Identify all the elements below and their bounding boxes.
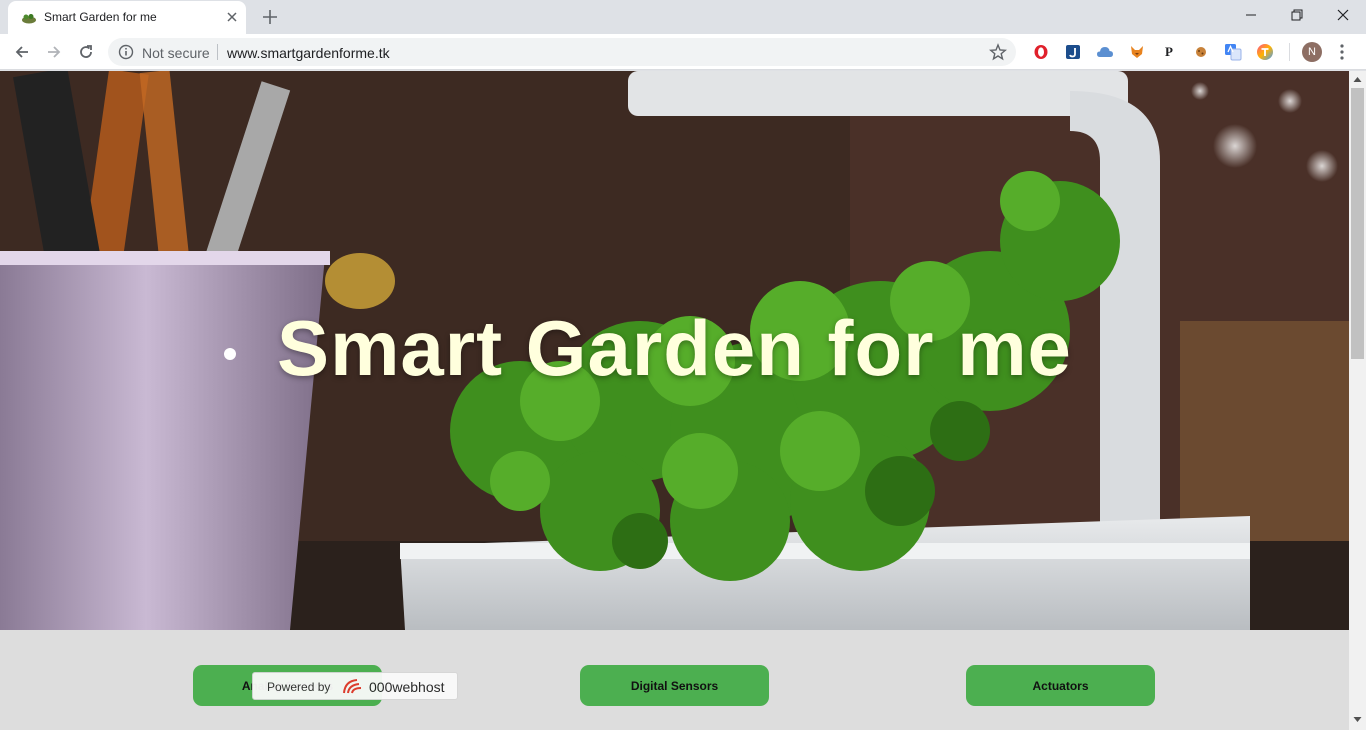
fox-icon[interactable]	[1128, 43, 1146, 61]
minimize-icon	[1246, 14, 1256, 16]
forward-button[interactable]	[43, 41, 65, 63]
tab-strip: Smart Garden for me	[0, 0, 1366, 34]
scroll-down-icon[interactable]	[1353, 715, 1362, 724]
google-translate-icon[interactable]	[1224, 43, 1242, 61]
hosting-badge[interactable]: Powered by 000webhost	[252, 672, 458, 700]
browser-tab[interactable]: Smart Garden for me	[8, 1, 246, 34]
arrow-right-icon	[48, 46, 61, 58]
profile-avatar[interactable]: N	[1302, 42, 1322, 62]
cookie-icon[interactable]	[1192, 43, 1210, 61]
tab-title: Smart Garden for me	[44, 10, 157, 24]
restore-button[interactable]	[1274, 0, 1320, 30]
close-window-button[interactable]	[1320, 0, 1366, 30]
reload-icon	[80, 45, 92, 58]
scrollbar-thumb[interactable]	[1351, 88, 1364, 359]
cloud-icon[interactable]	[1096, 43, 1114, 61]
arrow-left-icon	[15, 46, 28, 58]
scroll-up-icon[interactable]	[1353, 75, 1362, 84]
close-tab-icon[interactable]	[224, 9, 240, 25]
digital-sensors-button[interactable]: Digital Sensors	[580, 665, 769, 706]
url-text[interactable]: www.smartgardenforme.tk	[227, 45, 390, 61]
tinted-t-icon[interactable]	[1256, 43, 1274, 61]
j-extension-icon[interactable]	[1064, 43, 1082, 61]
hero-title: Smart Garden for me	[277, 304, 1072, 392]
garden-favicon-icon	[22, 14, 36, 24]
bookmark-star-icon[interactable]	[989, 43, 1007, 61]
webhost-logo-icon	[343, 679, 362, 694]
address-bar[interactable]: Not secure www.smartgardenforme.tk	[108, 38, 1016, 66]
restore-icon	[1291, 9, 1303, 21]
more-menu-icon[interactable]	[1336, 43, 1348, 61]
security-status[interactable]: Not secure	[142, 45, 210, 61]
opera-icon[interactable]	[1032, 43, 1050, 61]
reload-button[interactable]	[75, 41, 97, 63]
close-window-icon	[1337, 9, 1349, 21]
new-tab-icon[interactable]	[260, 7, 280, 27]
toolbar-divider	[1289, 43, 1290, 61]
omnibox-divider	[217, 44, 218, 60]
vertical-scrollbar[interactable]	[1349, 71, 1366, 730]
hosting-badge-brand: 000webhost	[369, 679, 445, 695]
p-extension-icon[interactable]: P	[1160, 43, 1178, 61]
hero-banner: Smart Garden for me	[0, 71, 1349, 630]
actuators-button[interactable]: Actuators	[966, 665, 1155, 706]
back-button[interactable]	[11, 41, 33, 63]
minimize-button[interactable]	[1228, 0, 1274, 30]
info-icon[interactable]	[118, 44, 134, 60]
page-viewport: Smart Garden for me Analog Sensors Digit…	[0, 71, 1349, 730]
hosting-badge-label: Powered by	[267, 680, 331, 694]
